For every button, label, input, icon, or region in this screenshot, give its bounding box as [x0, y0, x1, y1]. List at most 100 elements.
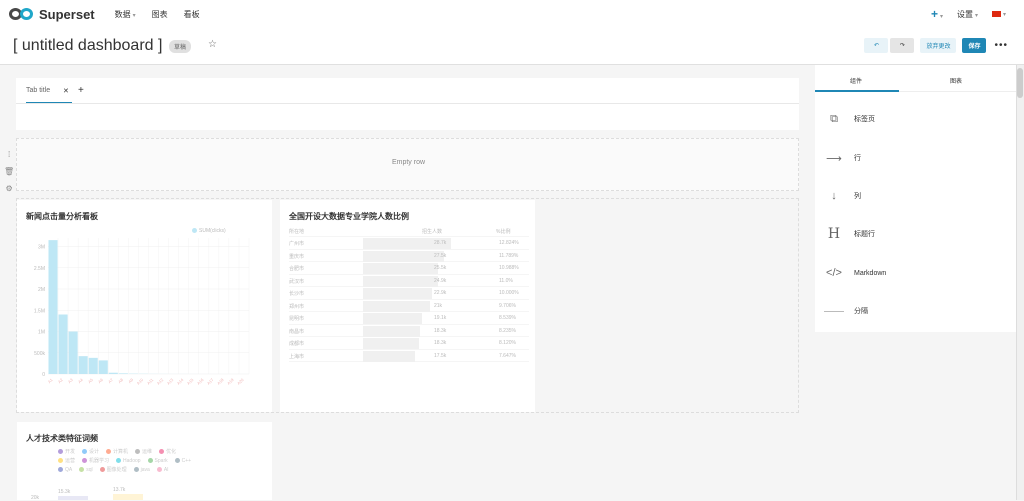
- cell-bar: [363, 288, 432, 299]
- tab-components[interactable]: 组件: [850, 76, 862, 85]
- scrollbar-thumb[interactable]: [1017, 68, 1023, 98]
- component-label: Markdown: [854, 270, 886, 277]
- bar[interactable]: [99, 360, 108, 374]
- menu-charts[interactable]: 图表: [152, 9, 168, 20]
- legend-item[interactable]: C++: [175, 458, 191, 464]
- menu-dashboards[interactable]: 看板: [184, 9, 200, 20]
- x-tick-label: A1: [47, 377, 55, 385]
- column-header[interactable]: 招生人数: [422, 228, 442, 235]
- legend-item[interactable]: sql: [79, 467, 92, 473]
- bar[interactable]: [59, 315, 68, 375]
- legend-item[interactable]: 运营: [58, 457, 75, 464]
- table-cell: 12.824%: [499, 240, 519, 246]
- y-tick-label: 1.5M: [34, 308, 45, 314]
- language-flag-icon[interactable]: [992, 11, 1001, 17]
- chevron-down-icon: ▾: [1003, 11, 1006, 18]
- save-button[interactable]: 保存: [962, 38, 986, 53]
- new-plus-icon[interactable]: +▾: [931, 7, 943, 21]
- bar-value-label: 15.3k: [58, 489, 70, 495]
- table-row[interactable]: 长沙市22.9k10.000%: [289, 287, 529, 300]
- bar[interactable]: [79, 356, 88, 374]
- page-scrollbar[interactable]: [1016, 65, 1024, 500]
- legend-swatch: [159, 449, 164, 454]
- bar[interactable]: [89, 358, 98, 374]
- legend-swatch: [58, 458, 63, 463]
- legend-swatch: [116, 458, 121, 463]
- table-row[interactable]: 郑州市21k9.706%: [289, 300, 529, 313]
- bar[interactable]: [69, 332, 78, 375]
- component-row[interactable]: ⟶ 行: [824, 148, 1009, 168]
- legend-item[interactable]: Hadoop: [116, 458, 141, 464]
- table-row[interactable]: 重庆市27.5k11.789%: [289, 250, 529, 263]
- chart-card-enrollment[interactable]: 全国开设大数据专业学院人数比例 所在地 招生人数 %比例 广州市28.7k12.…: [280, 200, 535, 412]
- table-row[interactable]: 上海市17.5k7.647%: [289, 350, 529, 363]
- component-column[interactable]: ↓ 列: [824, 186, 1009, 206]
- settings-menu[interactable]: 设置▾: [957, 9, 978, 20]
- menu-data[interactable]: 数据▾: [115, 9, 136, 20]
- chart-card-clicks[interactable]: 新闻点击量分析看板 SUM(clicks) 0500k1M1.5M2M2.5M3…: [17, 200, 272, 412]
- more-options-icon[interactable]: •••: [994, 40, 1008, 51]
- table-row[interactable]: 合肥市25.5k10.988%: [289, 262, 529, 275]
- table-row[interactable]: 成都市18.3k8.120%: [289, 337, 529, 350]
- column-header[interactable]: 所在地: [289, 228, 304, 235]
- bar[interactable]: [119, 373, 128, 374]
- x-tick-label: A2: [57, 377, 65, 385]
- empty-row[interactable]: Empty row: [16, 138, 799, 191]
- legend-item[interactable]: 开发: [58, 448, 75, 455]
- tab-title[interactable]: Tab title: [26, 87, 50, 94]
- logo[interactable]: Superset: [9, 7, 95, 22]
- component-tabs[interactable]: ⧉ 标签页: [824, 109, 1009, 129]
- legend-item[interactable]: 计算机: [106, 448, 128, 455]
- undo-button[interactable]: ↶: [864, 38, 888, 53]
- legend-item[interactable]: 机器学习: [82, 457, 109, 464]
- tabs-icon: ⧉: [824, 109, 844, 129]
- discard-changes-button[interactable]: 放弃更改: [920, 38, 956, 53]
- legend-item[interactable]: java: [134, 467, 150, 473]
- menu-data-label: 数据: [115, 10, 131, 19]
- legend-item[interactable]: 优化: [159, 448, 176, 455]
- table-cell: 7.647%: [499, 353, 516, 359]
- settings-label: 设置: [957, 10, 973, 19]
- component-markdown[interactable]: </> Markdown: [824, 263, 1009, 283]
- y-tick-label: 0: [42, 372, 45, 378]
- gear-icon[interactable]: ⚙: [4, 180, 14, 197]
- redo-button[interactable]: ↷: [890, 38, 914, 53]
- legend-item[interactable]: AI: [157, 467, 169, 473]
- menu-dashboards-label: 看板: [184, 10, 200, 19]
- legend-item[interactable]: QA: [58, 467, 72, 473]
- add-tab-icon[interactable]: +: [78, 85, 84, 96]
- chevron-down-icon: ▾: [133, 13, 136, 19]
- legend-item[interactable]: Spark: [148, 458, 168, 464]
- table-row[interactable]: 广州市28.7k12.824%: [289, 237, 529, 250]
- close-tab-icon[interactable]: ✕: [63, 87, 69, 95]
- legend-item[interactable]: 运维: [135, 448, 152, 455]
- favorite-star-icon[interactable]: ☆: [208, 39, 217, 50]
- trash-icon[interactable]: 🗑: [4, 163, 14, 180]
- x-tick-label: A14: [176, 377, 185, 386]
- chevron-down-icon: ▾: [975, 13, 978, 19]
- y-axis-label: 20k: [31, 495, 39, 501]
- cell-bar: [363, 313, 422, 324]
- drag-handle-icon[interactable]: ⁞: [4, 146, 14, 163]
- table-row[interactable]: 武汉市24.9k11.0%: [289, 275, 529, 288]
- legend-item[interactable]: 设计: [82, 448, 99, 455]
- legend-item[interactable]: 图像处理: [100, 466, 127, 473]
- column-header[interactable]: %比例: [496, 228, 510, 235]
- chart-card-wordfreq[interactable]: 人才技术类特征词频 开发设计计算机运维优化运营机器学习HadoopSparkC+…: [17, 422, 272, 500]
- table-row[interactable]: 南昌市18.3k8.235%: [289, 325, 529, 338]
- header-actions: ↶ ↷ 放弃更改 保存 •••: [864, 38, 1024, 53]
- dashboard-title[interactable]: [ untitled dashboard ]: [13, 37, 162, 55]
- legend-swatch: [82, 458, 87, 463]
- component-header[interactable]: H 标题行: [824, 224, 1009, 244]
- x-tick-label: A19: [226, 377, 235, 386]
- component-divider[interactable]: 分隔: [824, 301, 1009, 321]
- table-cell: 昆明市: [289, 315, 304, 322]
- redo-icon: ↷: [900, 42, 905, 49]
- bar[interactable]: [49, 240, 58, 374]
- empty-row-label: Empty row: [17, 159, 800, 166]
- bar[interactable]: [109, 373, 118, 374]
- table-cell: 郑州市: [289, 303, 304, 310]
- cell-bar: [363, 276, 438, 287]
- tab-charts[interactable]: 图表: [950, 76, 962, 85]
- table-row[interactable]: 昆明市19.1k8.539%: [289, 312, 529, 325]
